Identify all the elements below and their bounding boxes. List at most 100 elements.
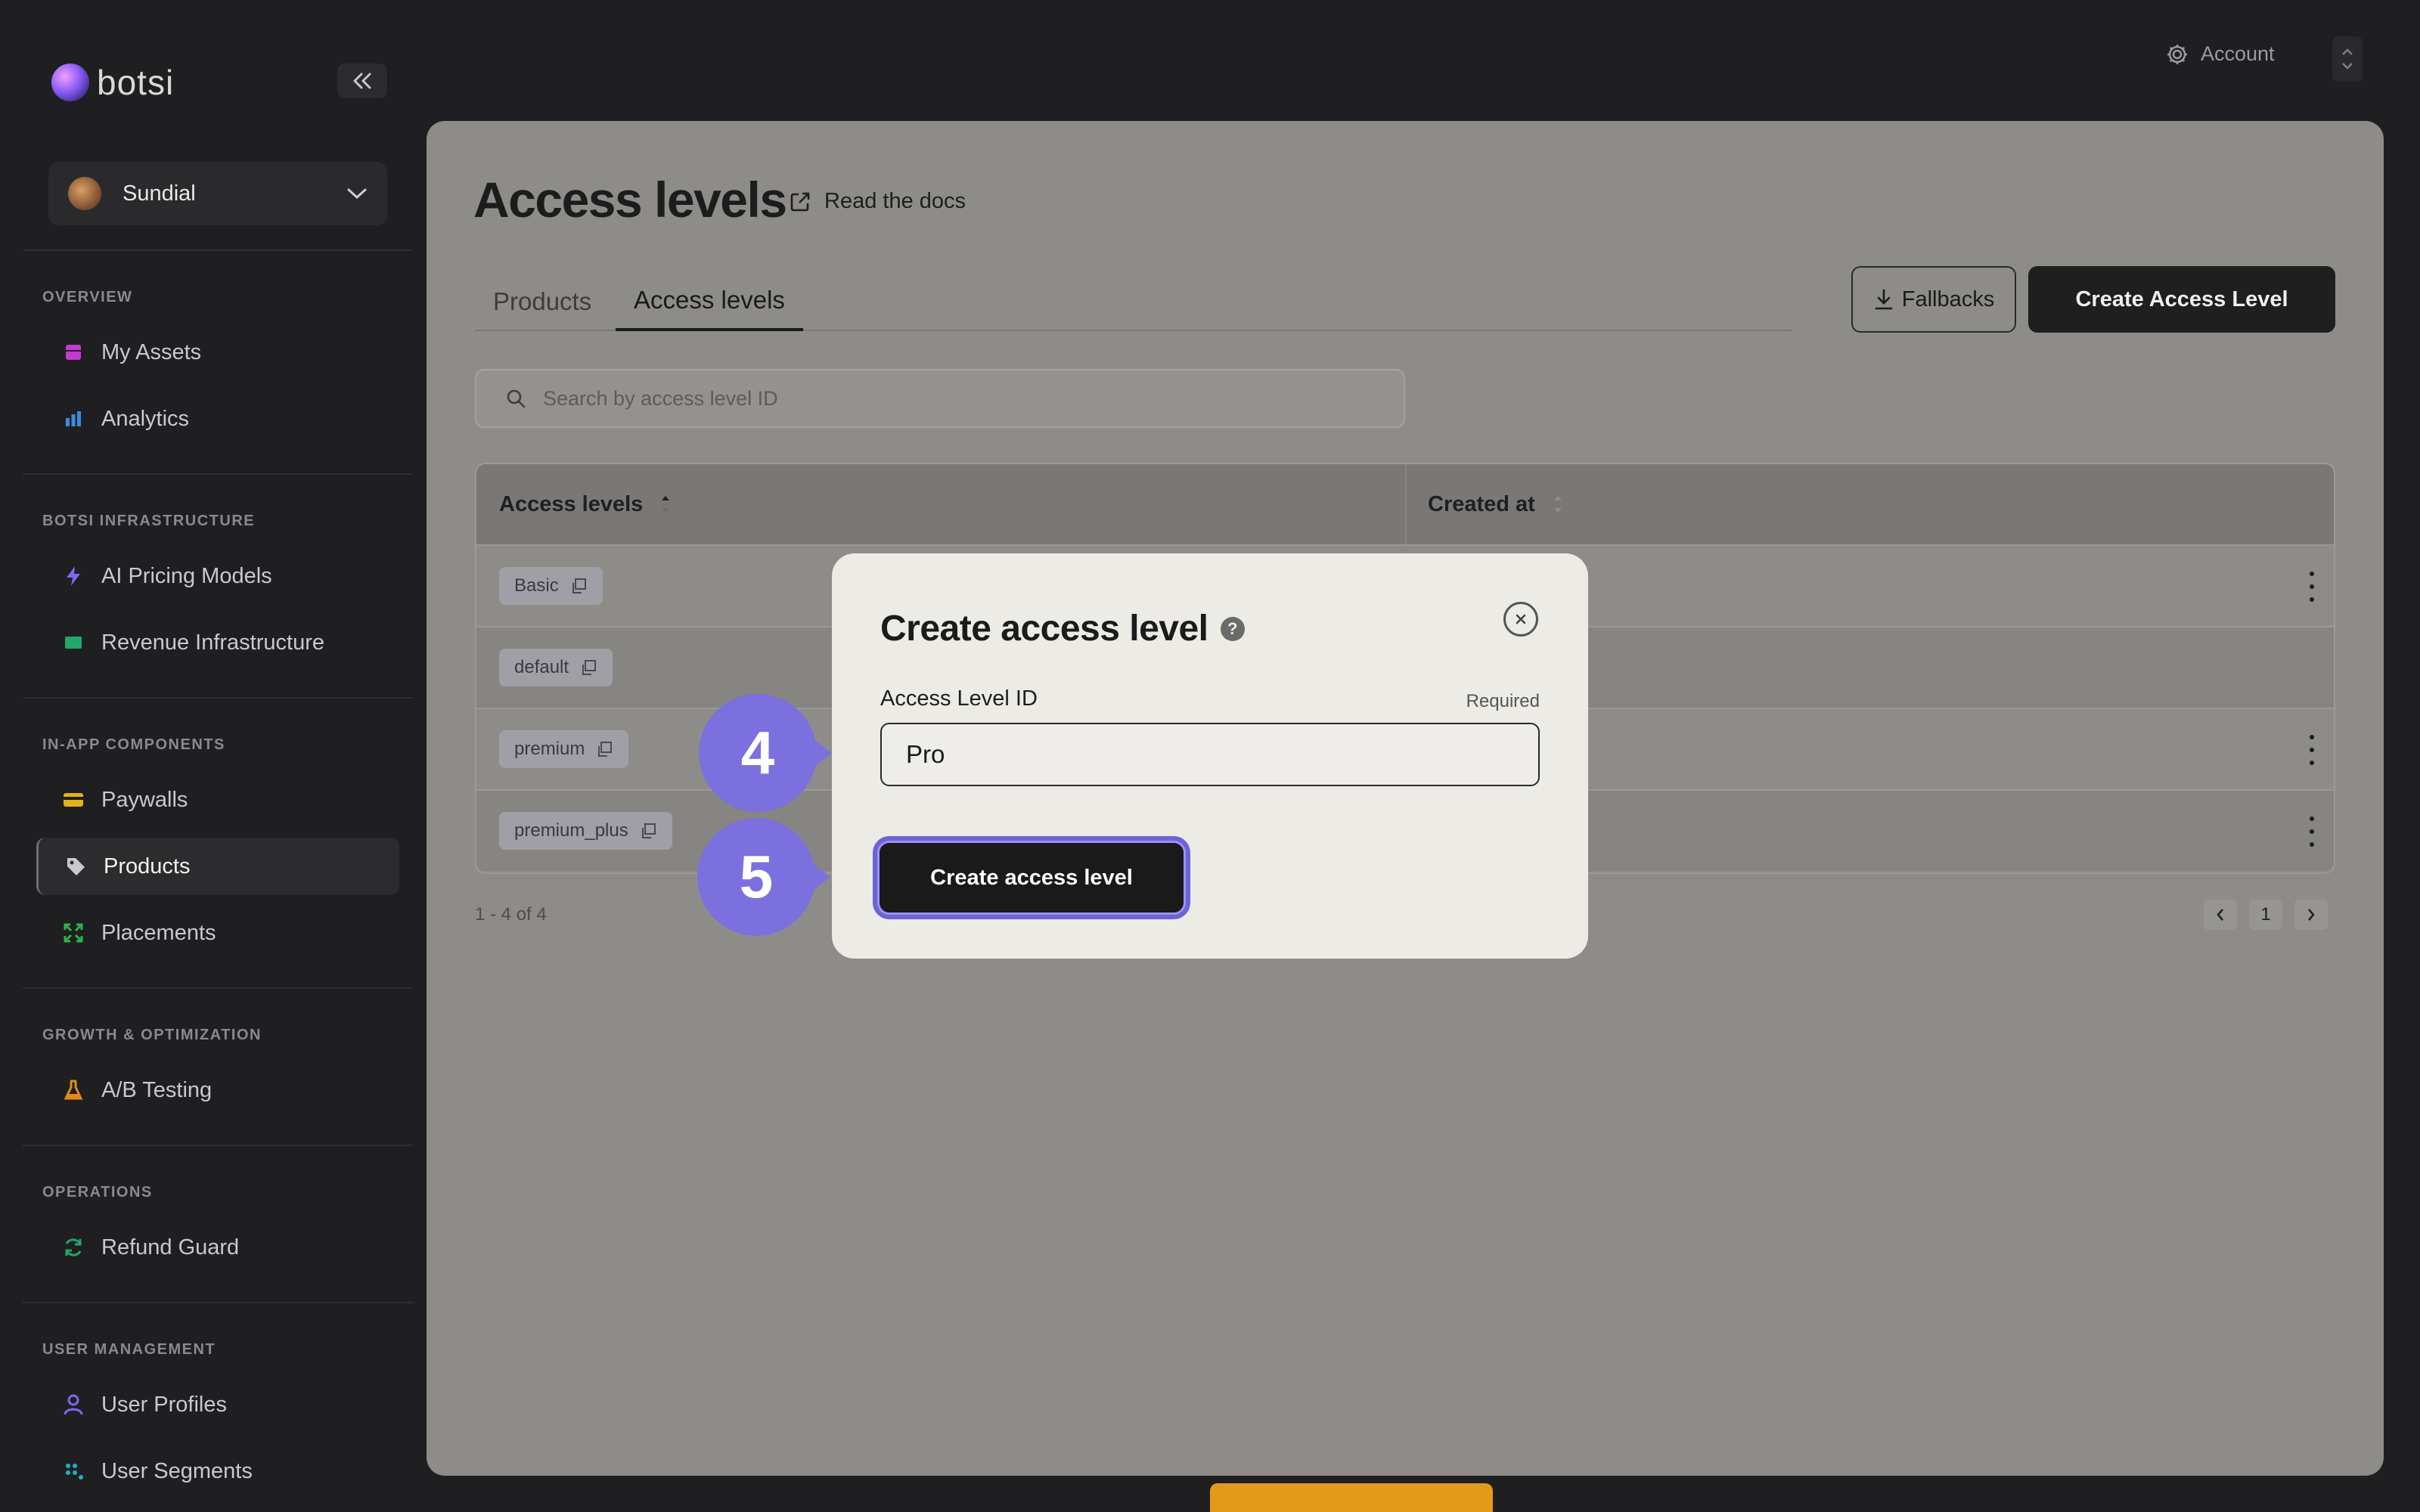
prev-page-button[interactable] xyxy=(2204,900,2237,930)
brand-logo[interactable]: botsi xyxy=(51,62,174,103)
sidebar-item-analytics[interactable]: Analytics xyxy=(36,390,399,448)
page-number-button[interactable]: 1 xyxy=(2249,900,2282,930)
section-label-operations: OPERATIONS xyxy=(42,1184,153,1201)
section-label-infrastructure: BOTSI INFRASTRUCTURE xyxy=(42,513,256,529)
chevron-down-icon xyxy=(347,188,367,200)
create-access-level-button[interactable]: Create Access Level xyxy=(2028,266,2335,333)
column-label: Access levels xyxy=(499,491,644,516)
section-label-growth: GROWTH & OPTIMIZATION xyxy=(42,1027,262,1043)
copy-icon[interactable] xyxy=(569,577,588,595)
account-menu[interactable]: Account xyxy=(2166,42,2275,66)
analytics-icon xyxy=(62,407,85,430)
chevron-left-icon xyxy=(2217,909,2223,921)
double-chevron-left-icon xyxy=(353,73,371,89)
assets-icon xyxy=(62,341,85,364)
sidebar-item-ai-pricing-models[interactable]: AI Pricing Models xyxy=(36,547,399,605)
tab-products[interactable]: Products xyxy=(493,272,591,331)
expand-icon xyxy=(62,922,85,944)
search-placeholder: Search by access level ID xyxy=(543,386,778,410)
project-name: Sundial xyxy=(123,181,196,206)
sidebar-item-user-segments[interactable]: User Segments xyxy=(36,1442,399,1500)
next-page-button[interactable] xyxy=(2294,900,2328,930)
page-title: Access levels xyxy=(473,172,787,228)
copy-icon[interactable] xyxy=(579,658,597,677)
section-label-in-app: IN-APP COMPONENTS xyxy=(42,736,225,753)
chevron-up-down-icon xyxy=(2342,48,2353,70)
section-label-user-management: USER MANAGEMENT xyxy=(42,1341,216,1358)
collapse-sidebar-button[interactable] xyxy=(337,64,387,98)
step-number: 4 xyxy=(740,719,775,786)
section-label-overview: OVERVIEW xyxy=(42,289,133,305)
copy-icon[interactable] xyxy=(595,740,613,758)
fallbacks-label: Fallbacks xyxy=(1901,287,1995,311)
step-badge-5: 5 xyxy=(697,818,830,936)
access-level-id-input[interactable] xyxy=(880,723,1540,786)
sidebar-item-user-profiles[interactable]: User Profiles xyxy=(36,1376,399,1433)
sidebar-divider xyxy=(23,697,413,699)
sidebar-divider xyxy=(23,249,413,251)
access-level-id-label: Access Level ID xyxy=(880,686,1038,711)
required-text: Required xyxy=(1466,691,1540,711)
access-level-chip: premium_plus xyxy=(499,812,672,850)
row-menu-icon[interactable] xyxy=(2308,572,2316,602)
access-level-id: premium_plus xyxy=(514,820,628,841)
search-input[interactable]: Search by access level ID xyxy=(475,369,1405,428)
column-header-access-levels[interactable]: Access levels xyxy=(499,464,673,544)
sidebar-item-label: Revenue Infrastructure xyxy=(101,630,324,655)
lightning-icon xyxy=(62,565,85,587)
sidebar-divider xyxy=(23,1145,413,1146)
copy-icon[interactable] xyxy=(639,822,657,840)
sidebar-item-products[interactable]: Products xyxy=(36,838,399,895)
brand-orb-icon xyxy=(51,64,89,101)
sidebar-item-label: Analytics xyxy=(101,406,190,431)
fallbacks-button[interactable]: Fallbacks xyxy=(1851,266,2016,333)
chevron-right-icon xyxy=(2308,909,2315,921)
sidebar-item-label: Placements xyxy=(101,920,216,945)
tab-bar: Products Access levels xyxy=(475,272,1792,331)
row-menu-icon[interactable] xyxy=(2308,816,2316,847)
sidebar-item-placements[interactable]: Placements xyxy=(36,904,399,962)
sidebar-divider xyxy=(23,473,413,475)
access-level-id: premium xyxy=(514,739,585,759)
sidebar-item-revenue-infrastructure[interactable]: Revenue Infrastructure xyxy=(36,614,399,671)
revenue-icon xyxy=(62,631,85,654)
account-label: Account xyxy=(2201,42,2275,65)
modal-title: Create access level ? xyxy=(880,608,1245,649)
close-button[interactable] xyxy=(1503,602,1538,637)
column-header-created-at[interactable]: Created at xyxy=(1428,464,1565,544)
modal-title-text: Create access level xyxy=(880,609,1208,649)
sidebar-item-my-assets[interactable]: My Assets xyxy=(36,324,399,381)
submit-focus-ring: Create access level xyxy=(873,836,1190,919)
step-badge-4: 4 xyxy=(699,694,832,812)
create-access-level-modal: Create access level ? Access Level ID Re… xyxy=(832,553,1588,959)
sidebar-item-label: A/B Testing xyxy=(101,1077,213,1102)
download-icon xyxy=(1875,289,1893,310)
create-access-level-submit-button[interactable]: Create access level xyxy=(877,841,1186,915)
access-level-chip: Basic xyxy=(499,567,603,605)
project-selector[interactable]: Sundial xyxy=(48,162,387,225)
row-menu-icon[interactable] xyxy=(2308,735,2316,765)
sidebar-item-ab-testing[interactable]: A/B Testing xyxy=(36,1061,399,1119)
tab-access-levels[interactable]: Access levels xyxy=(616,272,803,331)
bottom-floating-tab[interactable] xyxy=(1210,1483,1493,1512)
access-level-id: Basic xyxy=(514,575,559,596)
sidebar-item-label: Paywalls xyxy=(101,787,188,812)
sidebar-item-refund-guard[interactable]: Refund Guard xyxy=(36,1219,399,1276)
card-icon xyxy=(62,789,85,811)
tag-icon xyxy=(64,855,87,878)
sidebar-item-label: Products xyxy=(104,854,191,878)
brand-name: botsi xyxy=(97,63,175,102)
sidebar-item-paywalls[interactable]: Paywalls xyxy=(36,771,399,829)
sidebar-item-label: User Segments xyxy=(101,1458,253,1483)
read-docs-link[interactable]: Read the docs xyxy=(788,189,966,214)
sort-icon xyxy=(1553,496,1562,513)
sidebar: botsi Sundial OVERVIEW My Assets Analyti… xyxy=(0,0,427,1512)
sidebar-item-label: AI Pricing Models xyxy=(101,563,272,588)
access-level-id: default xyxy=(514,657,569,677)
access-level-chip: premium xyxy=(499,730,629,768)
help-icon[interactable]: ? xyxy=(1220,616,1245,641)
project-avatar xyxy=(68,177,101,210)
close-icon xyxy=(1516,614,1526,624)
segments-icon xyxy=(62,1460,85,1483)
scroll-up-button[interactable] xyxy=(2332,36,2363,82)
